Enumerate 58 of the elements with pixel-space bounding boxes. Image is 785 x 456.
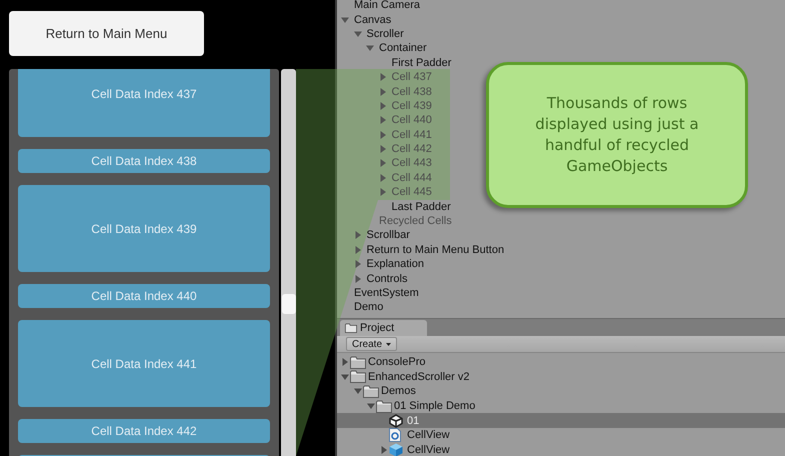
scrollbar-track[interactable] bbox=[281, 69, 296, 456]
cube-outline-icon bbox=[389, 414, 403, 428]
hierarchy-item[interactable]: Explanation bbox=[366, 258, 424, 270]
project-item[interactable]: CellView bbox=[407, 429, 450, 442]
caret-down-icon[interactable] bbox=[366, 44, 374, 52]
caret-right-icon[interactable] bbox=[354, 274, 362, 283]
cube-icon bbox=[389, 442, 403, 456]
project-item[interactable]: ConsolePro bbox=[368, 356, 426, 368]
caret-right-icon[interactable] bbox=[378, 188, 386, 196]
hierarchy-item[interactable]: Last Padder bbox=[392, 200, 451, 213]
project-tab[interactable]: Project bbox=[340, 320, 427, 336]
hierarchy-item[interactable]: Controls bbox=[366, 272, 408, 285]
caret-right-icon[interactable] bbox=[378, 145, 386, 154]
caret-icon bbox=[386, 342, 392, 346]
project-item[interactable]: 01 Simple Demo bbox=[394, 400, 476, 412]
hierarchy-item[interactable]: Demo bbox=[354, 301, 384, 314]
caret-right-icon[interactable] bbox=[378, 159, 386, 168]
project-item[interactable]: CellView bbox=[407, 444, 450, 456]
list-cell: Cell Data Index 442 bbox=[18, 419, 270, 443]
project-item[interactable]: Demos bbox=[381, 385, 416, 398]
caret-right-icon[interactable] bbox=[378, 130, 386, 139]
caret-down-icon[interactable] bbox=[354, 30, 362, 38]
caret-right-icon[interactable] bbox=[378, 73, 386, 82]
list-cell: Cell Data Index 437 bbox=[18, 69, 270, 137]
hierarchy-item[interactable]: EventSystem bbox=[354, 287, 419, 299]
folder-icon bbox=[350, 356, 366, 369]
folder-icon bbox=[345, 323, 357, 333]
script-file-icon bbox=[389, 428, 401, 442]
hierarchy-item[interactable]: Return to Main Menu Button bbox=[366, 244, 504, 256]
hierarchy-item[interactable]: First Padder bbox=[392, 56, 452, 69]
hierarchy-item[interactable]: Canvas bbox=[354, 14, 392, 26]
caret-right-icon[interactable] bbox=[354, 231, 362, 240]
callout-text: Thousands of rows displayed using just a handful of recycled GameObjects bbox=[534, 93, 700, 177]
hierarchy-item[interactable]: Container bbox=[379, 42, 427, 54]
scrollbar-thumb[interactable] bbox=[282, 294, 296, 314]
folder-icon bbox=[350, 370, 366, 384]
create-dropdown-button[interactable]: Create bbox=[346, 337, 398, 351]
list-cell: Cell Data Index 440 bbox=[18, 284, 270, 308]
caret-right-icon[interactable] bbox=[354, 246, 362, 254]
caret-right-icon[interactable] bbox=[378, 174, 386, 182]
folder-icon bbox=[363, 384, 379, 398]
folder-icon bbox=[376, 400, 392, 413]
hierarchy-item[interactable]: Main Camera bbox=[354, 0, 420, 12]
caret-right-icon[interactable] bbox=[380, 446, 388, 454]
hierarchy-item[interactable]: Scrollbar bbox=[366, 229, 410, 242]
project-item[interactable]: EnhancedScroller v2 bbox=[368, 370, 470, 383]
caret-right-icon[interactable] bbox=[354, 260, 362, 268]
list-cell: Cell Data Index 439 bbox=[18, 185, 270, 272]
caret-down-icon[interactable] bbox=[341, 16, 349, 24]
list-cell: Cell Data Index 438 bbox=[18, 149, 270, 173]
caret-right-icon[interactable] bbox=[378, 88, 386, 96]
list-cell: Cell Data Index 441 bbox=[18, 320, 270, 407]
project-item[interactable]: 01 bbox=[407, 414, 420, 427]
hierarchy-item[interactable]: Scroller bbox=[366, 28, 404, 40]
return-to-main-menu-button[interactable]: Return to Main Menu bbox=[9, 11, 204, 56]
caret-right-icon[interactable] bbox=[378, 116, 386, 124]
caret-right-icon[interactable] bbox=[378, 102, 386, 110]
selected-row-highlight[interactable]: 01 bbox=[337, 413, 785, 428]
